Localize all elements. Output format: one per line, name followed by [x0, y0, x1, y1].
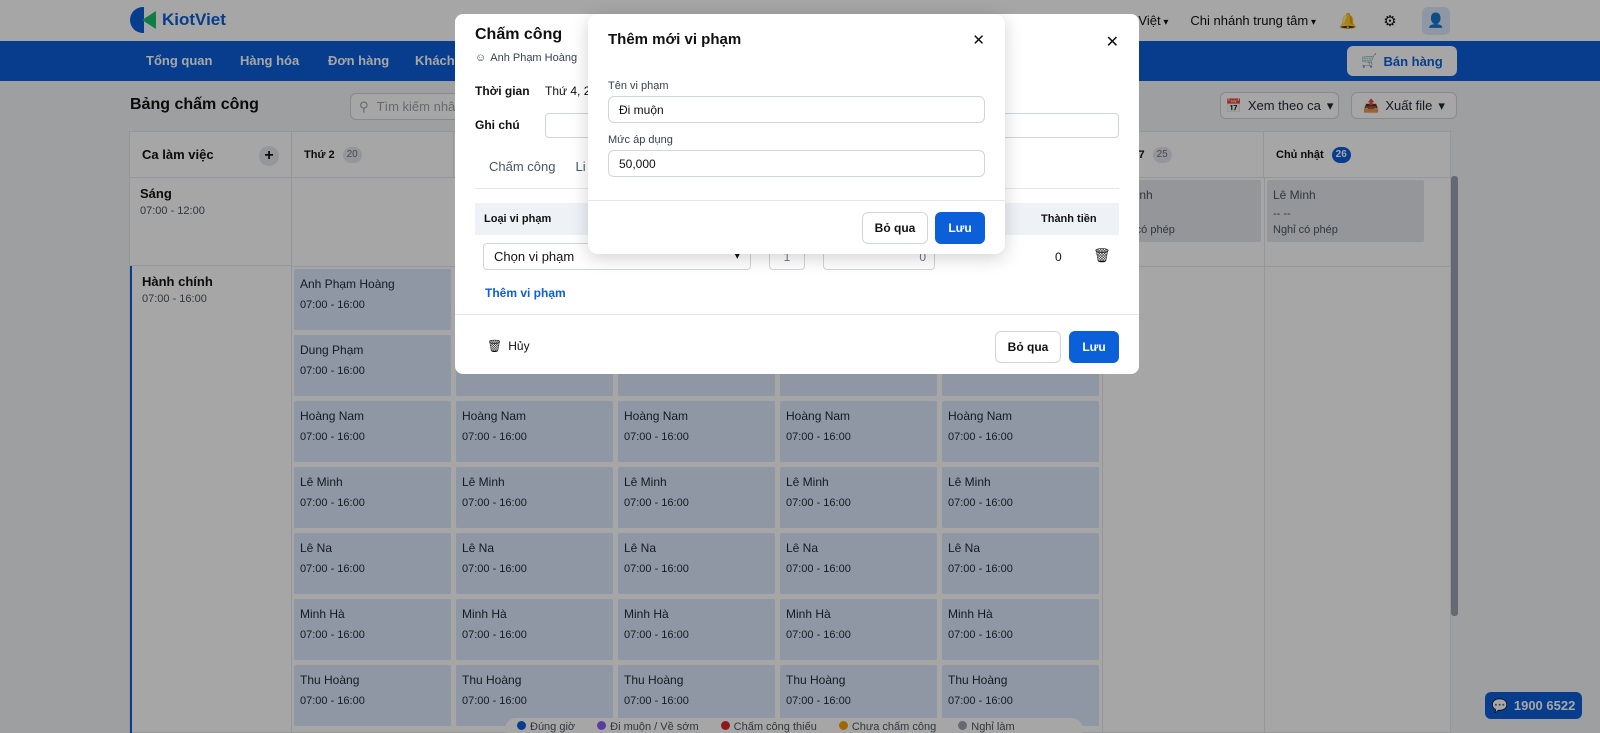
violation-total: 0	[1055, 250, 1062, 264]
add-violation-title: Thêm mới vi phạm	[608, 31, 742, 48]
save-button[interactable]: Lưu	[935, 212, 985, 244]
violation-rate-input[interactable]	[608, 150, 985, 177]
save-button[interactable]: Lưu	[1069, 331, 1119, 363]
skip-button[interactable]: Bỏ qua	[995, 331, 1061, 363]
employee-name: ☺ Anh Phạm Hoàng	[475, 52, 578, 64]
close-icon[interactable]: ✕	[972, 31, 985, 49]
cancel-timesheet-button[interactable]: 🗑 Hủy	[487, 339, 530, 353]
violation-name-label: Tên vi phạm	[608, 80, 669, 92]
add-violation-dialog: Thêm mới vi phạm ✕ Tên vi phạm Mức áp dụ…	[588, 14, 1005, 254]
note-label: Ghi chú	[475, 118, 520, 132]
timesheet-dialog-title: Chấm công	[475, 26, 563, 43]
user-circle-icon: ☺	[475, 52, 487, 64]
close-icon[interactable]: ✕	[1106, 32, 1119, 52]
time-value: Thứ 4, 2	[545, 84, 591, 98]
tab-history[interactable]: Li	[575, 159, 585, 188]
violation-name-input[interactable]	[608, 96, 985, 123]
skip-button[interactable]: Bỏ qua	[862, 212, 928, 244]
time-label: Thời gian	[475, 84, 530, 98]
tab-timesheet[interactable]: Chấm công	[489, 159, 555, 188]
trash-icon: 🗑	[487, 339, 503, 353]
violation-rate-label: Mức áp dụng	[608, 134, 673, 146]
add-violation-link[interactable]: Thêm vi phạm	[485, 286, 566, 300]
trash-icon[interactable]: 🗑	[1093, 247, 1111, 264]
